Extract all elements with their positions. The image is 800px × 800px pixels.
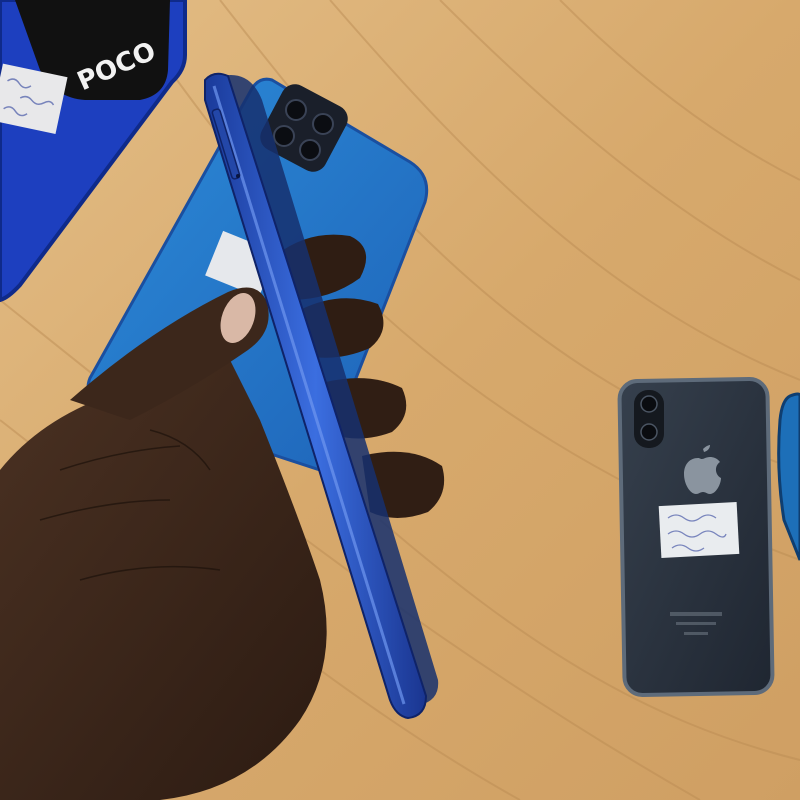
iphone-dark xyxy=(617,377,775,697)
photo-scene: POCO xyxy=(0,0,800,800)
iphone-camera xyxy=(634,390,664,448)
sim-eject-hole xyxy=(236,174,240,178)
photo-illustration: POCO xyxy=(0,0,800,800)
iphone-sticker xyxy=(658,501,740,559)
